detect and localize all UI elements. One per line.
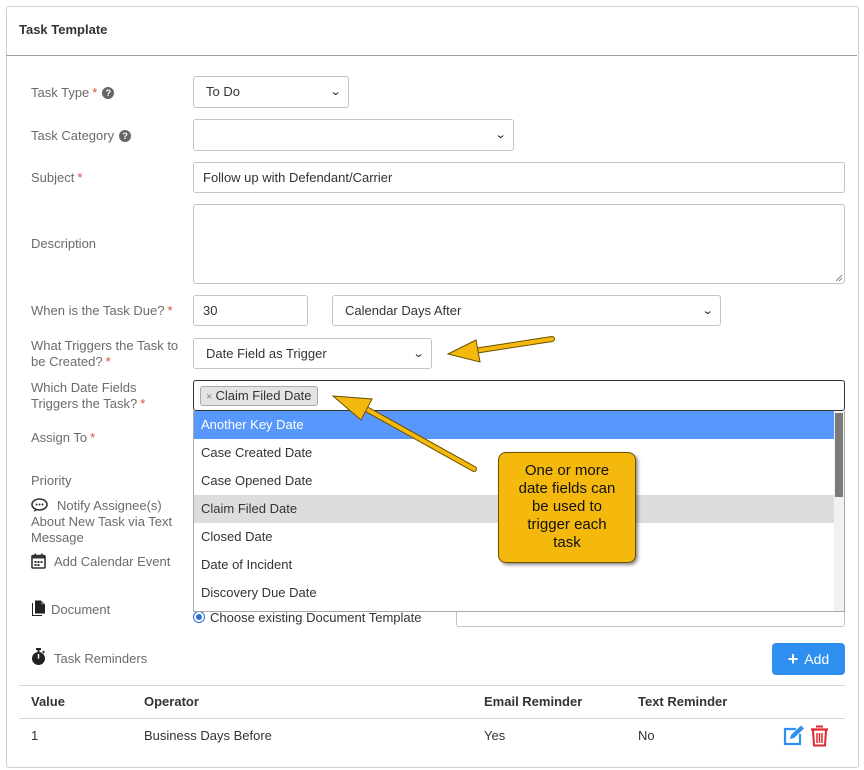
cell-operator: Business Days Before [144, 728, 272, 743]
chevron-down-icon: ⌄ [701, 305, 714, 317]
date-fields-label: Which Date Fields Triggers the Task? * [31, 380, 146, 411]
trigger-select[interactable]: Date Field as Trigger ⌄ [193, 338, 432, 369]
chevron-down-icon: ⌄ [494, 129, 507, 141]
cell-email: Yes [484, 728, 506, 743]
assign-to-label: Assign To * [31, 430, 96, 445]
plus-icon: + [787, 649, 799, 669]
table-divider [19, 685, 845, 686]
task-reminders-title: Task Reminders [54, 651, 148, 666]
notify-label: Notify Assignee(s) About New Task via Tex… [31, 498, 173, 545]
column-header: Text Reminder [638, 694, 728, 709]
panel-title: Task Template [19, 22, 108, 37]
document-template-radio[interactable] [193, 611, 205, 623]
description-textarea[interactable] [193, 204, 845, 284]
help-icon[interactable]: ? [119, 130, 132, 142]
dropdown-option[interactable]: Discovery Due Date [194, 579, 835, 607]
scrollbar-thumb[interactable] [835, 413, 843, 497]
help-icon[interactable]: ? [102, 87, 115, 99]
panel-header [6, 6, 857, 56]
resize-handle-icon[interactable] [834, 273, 843, 282]
dropdown-option[interactable]: Another Key Date [194, 411, 835, 439]
document-label: Document [51, 602, 111, 617]
subject-input[interactable]: Follow up with Defendant/Carrier [193, 162, 845, 193]
tag-remove-icon[interactable]: × [206, 391, 212, 403]
edit-icon[interactable] [782, 725, 805, 747]
due-label: When is the Task Due? * [31, 303, 173, 318]
trigger-label: What Triggers the Task to be Created? * [31, 338, 179, 369]
arrow-icon [446, 336, 555, 363]
task-type-select[interactable]: To Do ⌄ [193, 76, 349, 108]
document-icon [32, 600, 45, 616]
due-amount-input[interactable]: 30 [193, 295, 308, 326]
task-type-label: Task Type *? [31, 85, 115, 101]
column-header: Email Reminder [484, 694, 583, 709]
chevron-down-icon: ⌄ [329, 86, 342, 98]
calendar-icon [31, 553, 46, 569]
stopwatch-icon [32, 648, 45, 665]
cell-text: No [638, 728, 655, 743]
chevron-down-icon: ⌄ [412, 348, 425, 360]
selected-tag: × Claim Filed Date [200, 386, 318, 406]
cell-value: 1 [31, 728, 39, 743]
annotation-callout: One or more date fields can be used to t… [498, 452, 636, 563]
priority-label: Priority [31, 473, 72, 488]
task-category-select[interactable]: ⌄ [193, 119, 514, 151]
add-reminder-button[interactable]: + Add [772, 643, 845, 675]
trash-icon[interactable] [810, 725, 829, 747]
dropdown-scrollbar[interactable] [834, 411, 844, 611]
subject-label: Subject * [31, 170, 83, 185]
arrow-icon [331, 395, 477, 472]
calendar-label: Add Calendar Event [54, 554, 171, 569]
column-header: Operator [144, 694, 199, 709]
table-divider [19, 718, 845, 719]
document-radio-label: Choose existing Document Template [210, 610, 422, 625]
column-header: Value [31, 694, 65, 709]
task-category-label: Task Category? [31, 128, 132, 144]
description-label: Description [31, 236, 97, 251]
date-fields-multiselect[interactable]: × Claim Filed Date [193, 380, 845, 411]
